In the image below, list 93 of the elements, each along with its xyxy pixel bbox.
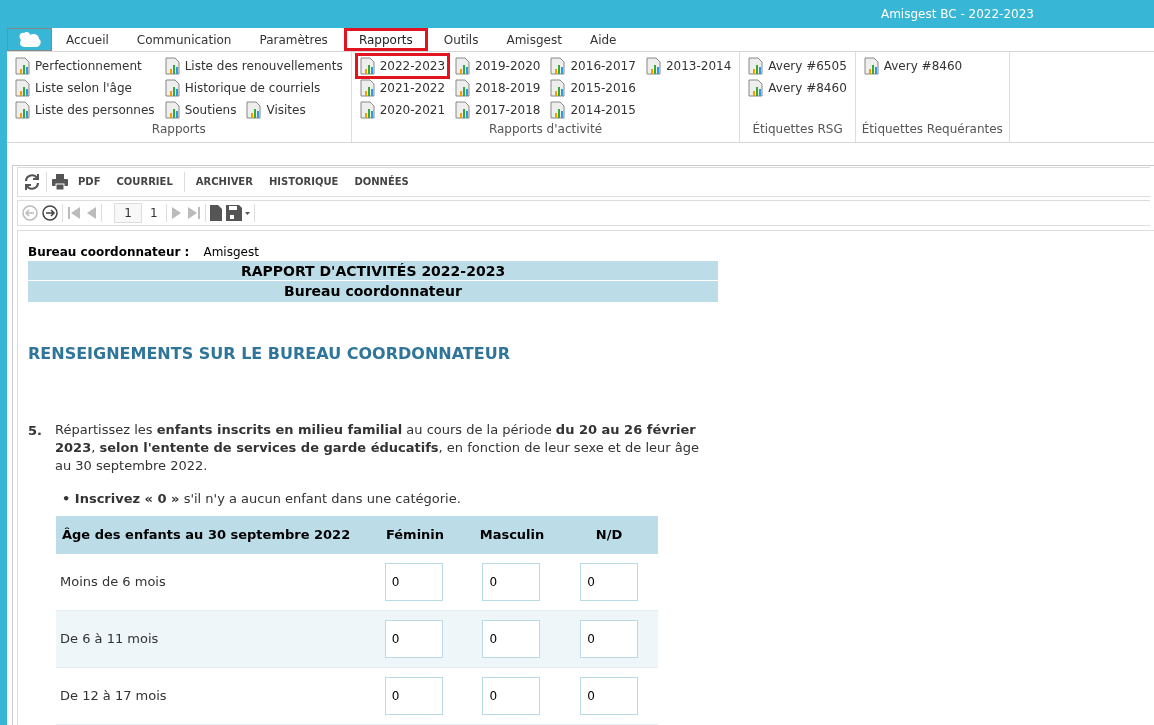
report-link[interactable]: 2014-2015 xyxy=(548,100,638,120)
report-link[interactable]: Liste selon l'âge xyxy=(13,78,134,98)
chart-document-icon xyxy=(748,79,765,97)
report-link[interactable]: 2018-2019 xyxy=(453,78,543,98)
report-link[interactable]: Soutiens xyxy=(162,100,239,120)
number-input[interactable]: 0 xyxy=(482,620,541,658)
chart-document-icon xyxy=(164,79,181,97)
number-input[interactable]: 0 xyxy=(482,563,541,601)
number-input[interactable]: 0 xyxy=(384,563,443,601)
chart-document-icon xyxy=(15,79,31,97)
report-link[interactable]: Avery #8460 xyxy=(746,78,849,98)
report-link[interactable]: 2017-2018 xyxy=(453,100,543,120)
first-page-icon[interactable] xyxy=(67,205,81,220)
column-header: N/D xyxy=(595,527,623,543)
chart-document-icon xyxy=(15,57,31,75)
document-icon[interactable] xyxy=(209,204,222,221)
ribbon-tab[interactable]: Paramètres xyxy=(247,28,340,51)
number-input[interactable]: 0 xyxy=(482,677,541,715)
row-label: Moins de 6 mois xyxy=(60,574,166,590)
report-link[interactable]: Liste des personnes xyxy=(13,100,157,120)
toolbar-button[interactable]: COURRIEL xyxy=(109,170,180,193)
toolbar-button[interactable]: ARCHIVER xyxy=(188,170,260,193)
report-link[interactable]: 2022-2023 xyxy=(357,56,448,76)
report-title: RAPPORT D'ACTIVITÉS 2022-2023 xyxy=(28,260,718,281)
toolbar-button[interactable]: HISTORIQUE xyxy=(261,170,346,193)
toolbar-button[interactable]: PDF xyxy=(71,170,108,193)
report-link[interactable]: Avery #8460 xyxy=(861,56,965,76)
row-label: De 12 à 17 mois xyxy=(60,688,167,704)
page-count: 1 xyxy=(149,204,159,222)
refresh-icon[interactable] xyxy=(22,171,42,192)
ribbon-tab[interactable]: Amisgest xyxy=(494,28,574,51)
instruction-text: • Inscrivez « 0 » s'il n'y a aucun enfant dans une catégorie. xyxy=(62,489,461,508)
chart-document-icon xyxy=(455,79,472,97)
previous-page-icon[interactable] xyxy=(85,205,97,220)
column-header: Féminin xyxy=(385,527,445,543)
report-link[interactable]: Perfectionnement xyxy=(13,56,144,76)
print-icon[interactable] xyxy=(51,172,69,191)
report-link[interactable]: 2015-2016 xyxy=(548,78,638,98)
toolbar-button[interactable]: DONNÉES xyxy=(347,170,416,193)
chart-document-icon xyxy=(359,101,376,119)
number-input[interactable]: 0 xyxy=(384,620,443,658)
chart-document-icon xyxy=(246,101,263,119)
report-link[interactable]: 2019-2020 xyxy=(453,56,543,76)
chart-document-icon xyxy=(550,101,567,119)
ribbon-group-label: Étiquettes RSG xyxy=(752,122,843,136)
report-link[interactable]: Avery #6505 xyxy=(746,56,849,76)
chart-document-icon xyxy=(15,101,31,119)
save-dropdown-icon[interactable] xyxy=(225,204,250,221)
chart-document-icon xyxy=(863,57,880,75)
column-header: Masculin xyxy=(479,527,545,543)
report-subtitle: Bureau coordonnateur xyxy=(28,280,718,302)
last-page-icon[interactable] xyxy=(186,205,201,220)
chart-document-icon xyxy=(645,57,662,75)
report-link[interactable]: Visites xyxy=(244,100,308,120)
field-label: Bureau coordonnateur : xyxy=(28,243,190,261)
ribbon-tab[interactable]: Accueil xyxy=(54,28,121,51)
number-input[interactable]: 0 xyxy=(580,620,639,658)
ribbon-tab[interactable]: Outils xyxy=(431,28,491,51)
chart-document-icon xyxy=(164,57,181,75)
page-number-field[interactable]: 1 xyxy=(114,202,142,223)
number-input[interactable]: 0 xyxy=(384,677,443,715)
ribbon-group-label: Rapports xyxy=(151,122,206,136)
number-input[interactable]: 0 xyxy=(580,677,639,715)
question-text: Répartissez les enfants inscrits en milieu familial au cours de la période du 20 au 26 février 2023, selon l'entente de services de garde éducatifs, en fonction de leur sexe et de leur âge au 30 septembre 2022. xyxy=(55,420,700,475)
row-label: De 6 à 11 mois xyxy=(60,631,159,647)
report-link[interactable]: Historique de courriels xyxy=(162,78,323,98)
chart-document-icon xyxy=(550,57,567,75)
report-link[interactable]: 2016-2017 xyxy=(548,56,638,76)
report-link[interactable]: 2020-2021 xyxy=(357,100,448,120)
ribbon-tab[interactable]: Aide xyxy=(577,28,629,51)
chart-document-icon xyxy=(455,101,472,119)
chart-document-icon xyxy=(455,57,472,75)
next-page-icon[interactable] xyxy=(170,205,183,220)
question-number: 5. xyxy=(28,421,43,440)
chart-document-icon xyxy=(359,79,376,97)
ribbon-tab[interactable]: Rapports xyxy=(343,28,428,51)
report-link[interactable]: 2013-2014 xyxy=(643,56,734,76)
chart-document-icon xyxy=(164,101,181,119)
field-value: Amisgest xyxy=(203,243,259,261)
number-input[interactable]: 0 xyxy=(580,563,639,601)
report-link[interactable]: 2021-2022 xyxy=(357,78,448,98)
chart-document-icon xyxy=(359,57,376,75)
section-heading: RENSEIGNEMENTS SUR LE BUREAU COORDONNATEUR xyxy=(28,342,511,365)
ribbon-group-label: Étiquettes Requérantes xyxy=(861,122,1003,136)
app-menu-button[interactable] xyxy=(7,28,52,51)
ribbon-group-label: Rapports d'activité xyxy=(488,122,603,136)
column-header: Âge des enfants au 30 septembre 2022 xyxy=(62,527,351,543)
ribbon-tab[interactable]: Communication xyxy=(124,28,244,51)
report-link[interactable]: Liste des renouvellements xyxy=(162,56,345,76)
chart-document-icon xyxy=(748,57,765,75)
forward-circle-icon[interactable] xyxy=(42,204,58,221)
window-title: Amisgest BC - 2022-2023 xyxy=(880,6,1034,23)
chart-document-icon xyxy=(550,79,567,97)
